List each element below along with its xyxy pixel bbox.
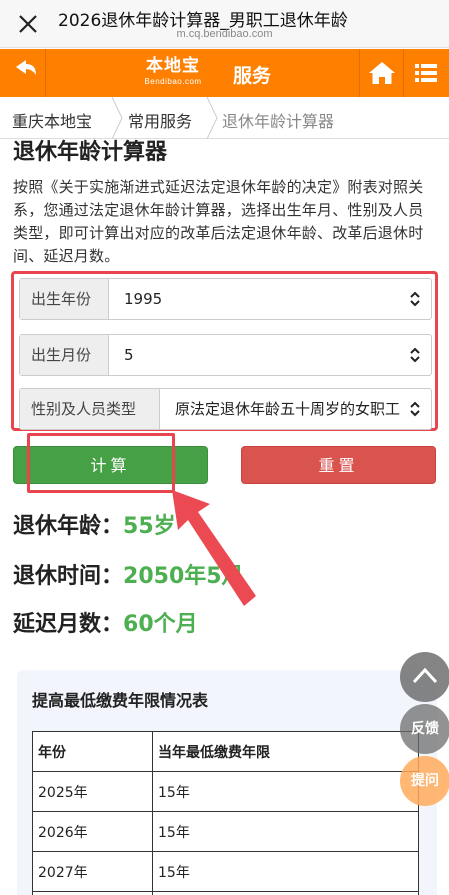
delay-months-label: 延迟月数： <box>13 612 124 637</box>
breadcrumb-separator-icon <box>206 97 218 139</box>
table-row: 2027年 15年 <box>32 851 419 892</box>
table-row: 2026年 15年 <box>32 811 419 852</box>
breadcrumb-item-services[interactable]: 常用服务 <box>128 108 192 132</box>
back-arrow-icon[interactable] <box>4 53 44 93</box>
table-header-row: 年份 当年最低缴费年限 <box>32 731 419 772</box>
browser-header: 2026退休年龄计算器_男职工退休年龄 m.cq.bendibao.com <box>0 0 449 48</box>
card-title: 提高最低缴费年限情况表 <box>32 691 209 710</box>
birth-year-value[interactable]: 1995 <box>124 279 404 319</box>
calculate-highlight-box <box>27 433 175 493</box>
breadcrumb-item-current: 退休年龄计算器 <box>222 112 335 131</box>
logo-subtext: Bendibao.com <box>144 77 202 86</box>
birth-year-select[interactable]: 出生年份 1995 <box>19 278 432 320</box>
table-row: 2025年 15年 <box>32 771 419 812</box>
table-header-year: 年份 <box>32 731 153 772</box>
table-cell-min-years: 15年 <box>152 851 419 892</box>
birth-month-select[interactable]: 出生月份 5 <box>19 334 432 376</box>
nav-divider <box>403 49 404 97</box>
breadcrumb: 重庆本地宝 常用服务 退休年龄计算器 <box>0 97 449 139</box>
birth-month-value[interactable]: 5 <box>124 335 404 375</box>
scroll-top-button[interactable] <box>400 652 449 702</box>
site-logo[interactable]: 本地宝 Bendibao.com <box>132 55 214 91</box>
table-cell-year: 2027年 <box>32 851 153 892</box>
result-retire-age: 退休年龄：55岁 <box>13 508 176 540</box>
table-row <box>32 891 419 895</box>
select-updown-icon <box>410 401 420 417</box>
table-cell-min-years: 15年 <box>152 811 419 852</box>
table-cell-min-years: 15年 <box>152 771 419 812</box>
table-cell-year: 2026年 <box>32 811 153 852</box>
feedback-button[interactable]: 反馈 <box>400 704 449 754</box>
nav-divider <box>359 49 360 97</box>
browser-url: m.cq.bendibao.com <box>176 28 273 40</box>
home-icon[interactable] <box>366 57 398 89</box>
person-type-value[interactable]: 原法定退休年龄五十周岁的女职工 <box>175 389 410 429</box>
calculator-form: 出生年份 1995 出生月份 5 性别及人员类型 原法定退休年龄五十周岁的女职工 <box>11 271 438 431</box>
page-title: 退休年龄计算器 <box>13 140 168 165</box>
table-header-min-years: 当年最低缴费年限 <box>152 731 419 772</box>
list-menu-icon[interactable] <box>410 57 442 89</box>
select-updown-icon <box>410 291 420 307</box>
retire-age-label: 退休年龄： <box>13 514 124 539</box>
min-contribution-table: 年份 当年最低缴费年限 2025年 15年 2026年 15年 2027年 15… <box>32 731 419 895</box>
birth-month-label: 出生月份 <box>20 335 109 375</box>
person-type-select[interactable]: 性别及人员类型 原法定退休年龄五十周岁的女职工 <box>19 388 432 430</box>
nav-divider <box>45 49 46 97</box>
breadcrumb-item-home[interactable]: 重庆本地宝 <box>12 108 92 132</box>
person-type-label: 性别及人员类型 <box>20 389 160 429</box>
logo-text: 本地宝 <box>146 56 200 76</box>
breadcrumb-separator-icon <box>111 97 123 139</box>
table-cell-min-years <box>152 891 419 895</box>
table-cell-year: 2025年 <box>32 771 153 812</box>
min-contribution-card: 提高最低缴费年限情况表 年份 当年最低缴费年限 2025年 15年 2026年 … <box>17 670 437 895</box>
retire-time-label: 退休时间： <box>13 564 124 589</box>
ask-button[interactable]: 提问 <box>400 756 449 806</box>
table-cell-year <box>32 891 153 895</box>
annotation-arrow-icon <box>172 490 256 606</box>
select-updown-icon <box>410 347 420 363</box>
birth-year-label: 出生年份 <box>20 279 109 319</box>
reset-button[interactable]: 重置 <box>241 446 436 484</box>
nav-service-label[interactable]: 服务 <box>233 61 271 88</box>
page-description: 按照《关于实施渐进式延迟法定退休年龄的决定》附表对照关系，您通过法定退休年龄计算… <box>13 178 424 265</box>
chevron-up-icon <box>412 667 438 684</box>
site-navbar: 本地宝 Bendibao.com 服务 <box>0 49 449 97</box>
